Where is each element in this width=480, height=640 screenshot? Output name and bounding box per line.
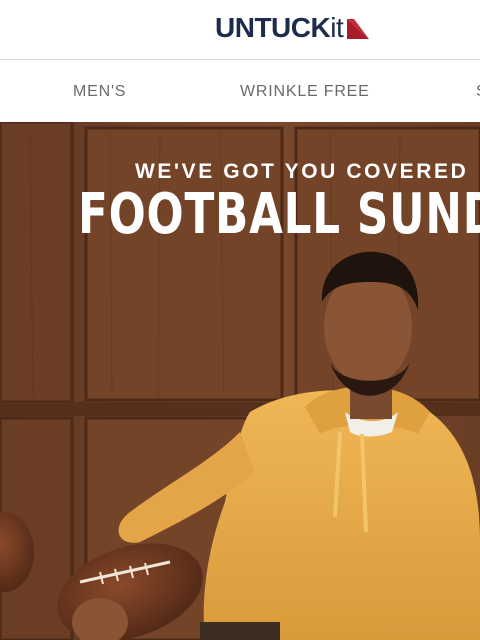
brand-logo[interactable]: UNTUCKit xyxy=(215,12,371,44)
logo-wordmark: UNTUCKit xyxy=(215,12,344,43)
nav-item-wrinkle-free[interactable]: WRINKLE FREE xyxy=(240,61,370,122)
nav-item-next[interactable]: S xyxy=(476,61,480,122)
site-header: UNTUCKit xyxy=(0,0,480,60)
nav-item-mens[interactable]: MEN'S xyxy=(73,61,126,122)
hero-eyebrow: WE'VE GOT YOU COVERED xyxy=(135,160,469,183)
hero-banner[interactable]: WE'VE GOT YOU COVERED FOOTBALL SUNDA xyxy=(0,122,480,640)
hero-headline: FOOTBALL SUNDA xyxy=(78,182,480,247)
triangle-flag-icon xyxy=(347,19,370,39)
category-nav: MEN'S WRINKLE FREE S xyxy=(0,61,480,122)
